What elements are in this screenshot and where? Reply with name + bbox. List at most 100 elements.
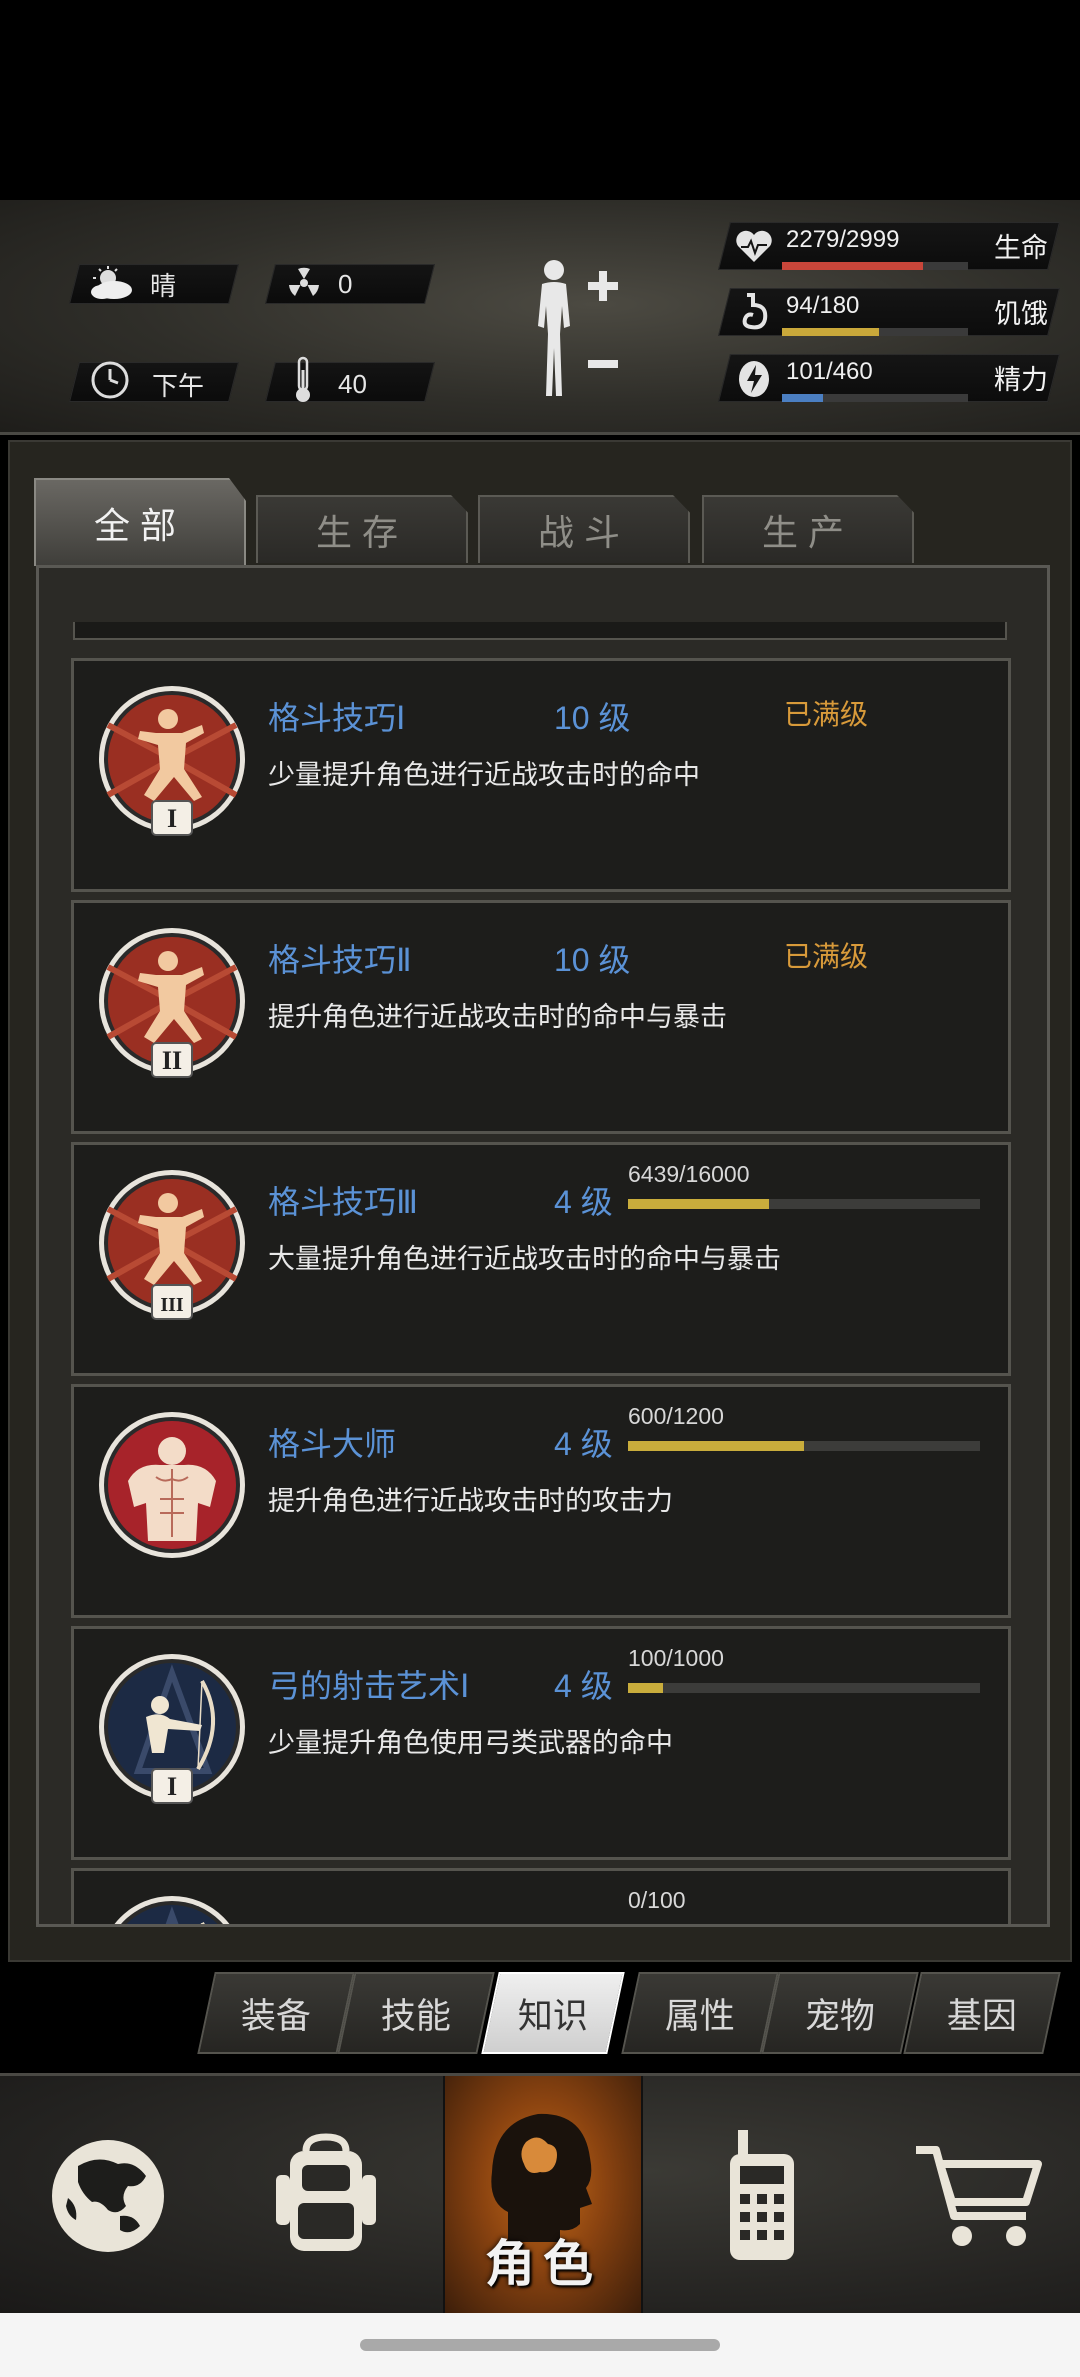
skill-card[interactable]: I 弓的射击艺术Ⅰ 4 级 100/1000 少量提升角色使用弓类武器的命中: [71, 1626, 1011, 1860]
xp-value: 600/1200: [628, 1403, 724, 1429]
home-gesture-bar[interactable]: [360, 2339, 720, 2351]
subtab-knowledge-label: 知识: [517, 1996, 588, 2036]
subtab-genes-label: 基因: [946, 1996, 1017, 2036]
svg-text:III: III: [160, 1294, 184, 1316]
maxed-badge: 已满级: [784, 941, 869, 972]
skill-level: 10 级: [554, 700, 631, 736]
skill-card[interactable]: III 格斗技巧Ⅲ 4 级 6439/16000 大量提升角色进行近战攻击时的命中与暴击: [71, 1142, 1011, 1376]
subtab-knowledge[interactable]: 知识: [481, 1972, 625, 2054]
subtab-skills[interactable]: 技能: [337, 1972, 495, 2054]
nav-radio[interactable]: [662, 2076, 862, 2316]
life-bar-fill: [782, 262, 924, 270]
skill-level: 4 级: [554, 1426, 613, 1462]
subtab-attributes[interactable]: 属性: [621, 1972, 779, 2054]
skill-name: 格斗技巧Ⅲ: [268, 1184, 419, 1220]
globe-icon: [52, 2140, 164, 2252]
backpack-icon: [276, 2133, 376, 2251]
skill-level: 4 级: [554, 1668, 613, 1704]
nav-character-label: 角色: [485, 2236, 601, 2292]
xp-progress-fill: [628, 1199, 769, 1209]
weather-value: 晴: [150, 270, 177, 301]
tab-survival[interactable]: 生存: [256, 495, 468, 563]
skill-description: 大量提升角色进行近战攻击时的命中与暴击: [268, 1244, 781, 1274]
energy-bar-fill: [782, 394, 823, 402]
life-value: 2279/2999: [786, 226, 900, 253]
subtab-skills-label: 技能: [380, 1996, 451, 2036]
list-scroll-edge: [73, 622, 1007, 640]
subtab-genes[interactable]: 基因: [903, 1972, 1061, 2054]
subtab-pets[interactable]: 宠物: [761, 1972, 919, 2054]
hunger-label: 饥饿: [994, 299, 1048, 329]
tab-production[interactable]: 生产: [702, 495, 914, 563]
nav-character[interactable]: 角色: [443, 2076, 643, 2316]
skill-level: 10 级: [554, 942, 631, 978]
radio-icon: [730, 2130, 794, 2260]
maxed-badge: 已满级: [784, 699, 869, 730]
hunger-bar-fill: [782, 328, 879, 336]
skill-card[interactable]: 格斗大师 4 级 600/1200 提升角色进行近战攻击时的攻击力: [71, 1384, 1011, 1618]
subtab-attributes-label: 属性: [664, 1996, 735, 2036]
life-label: 生命: [994, 233, 1048, 263]
skill-card[interactable]: 0/100: [71, 1868, 1011, 1927]
nav-shop[interactable]: [880, 2076, 1080, 2316]
subtab-equipment-label: 装备: [240, 1996, 311, 2036]
stomach-icon: [734, 290, 774, 334]
xp-value: 6439/16000: [628, 1161, 750, 1187]
skill-card[interactable]: I 格斗技巧Ⅰ 10 级 已满级少量提升角色进行近战攻击时的命中: [71, 658, 1011, 892]
xp-progress-bar: [628, 1199, 980, 1209]
skill-description: 少量提升角色进行近战攻击时的命中: [268, 760, 700, 790]
svg-text:I: I: [167, 1772, 177, 1801]
archer-icon: I: [98, 1653, 246, 1821]
skill-name: 弓的射击艺术Ⅰ: [268, 1668, 470, 1704]
xp-progress-bar: [628, 1683, 980, 1693]
cart-icon: [916, 2146, 1042, 2246]
radiation-icon: [282, 260, 326, 306]
muscle-icon: [98, 1411, 246, 1579]
clock-icon: [86, 356, 134, 404]
skill-name: 格斗大师: [268, 1426, 397, 1462]
temperature-value: 40: [338, 368, 367, 399]
energy-bar: [782, 394, 968, 402]
tab-all[interactable]: 全部: [34, 478, 246, 566]
energy-bolt-icon: [734, 356, 774, 402]
xp-value: 0/100: [628, 1887, 686, 1913]
xp-progress-bar: [628, 1441, 980, 1451]
subtab-equipment[interactable]: 装备: [197, 1972, 355, 2054]
system-navigation-area: [0, 2313, 1080, 2377]
fighter-icon: II: [98, 927, 246, 1095]
skill-name: 格斗技巧Ⅰ: [268, 700, 406, 736]
subtab-pets-label: 宠物: [804, 1996, 875, 2036]
time-value: 下午: [152, 370, 205, 401]
radiation-value: 0: [338, 268, 353, 299]
life-bar: [782, 262, 968, 270]
skill-name: 格斗技巧Ⅱ: [268, 942, 412, 978]
bottom-nav: 角色: [0, 2073, 1080, 2316]
svg-text:I: I: [167, 804, 177, 833]
heart-icon: [732, 224, 776, 268]
xp-value: 100/1000: [628, 1645, 724, 1671]
status-header: 晴 0 下午 40 2279/2999 生命 94/180 饥饿 101/460…: [0, 200, 1080, 435]
xp-progress-bar: [628, 1925, 980, 1927]
svg-text:II: II: [162, 1046, 182, 1075]
energy-value: 101/460: [786, 358, 873, 385]
body-status-icon[interactable]: [520, 256, 630, 406]
skill-description: 提升角色进行近战攻击时的命中与暴击: [268, 1002, 727, 1032]
xp-progress-fill: [628, 1683, 664, 1693]
energy-label: 精力: [994, 365, 1048, 395]
nav-map[interactable]: [8, 2076, 208, 2316]
archer-icon: [98, 1895, 246, 1924]
skill-description: 少量提升角色使用弓类武器的命中: [268, 1728, 673, 1758]
thermometer-icon: [288, 352, 318, 408]
xp-progress-fill: [628, 1441, 804, 1451]
fighter-icon: I: [98, 685, 246, 853]
tab-combat[interactable]: 战斗: [478, 495, 690, 563]
weather-cloud-sun-icon: [86, 260, 136, 306]
nav-backpack[interactable]: [226, 2076, 426, 2316]
hunger-bar: [782, 328, 968, 336]
skill-level: 4 级: [554, 1184, 613, 1220]
skill-description: 提升角色进行近战攻击时的攻击力: [268, 1486, 673, 1516]
hunger-value: 94/180: [786, 292, 860, 319]
fighter-icon: III: [98, 1169, 246, 1337]
skill-card[interactable]: II 格斗技巧Ⅱ 10 级 已满级提升角色进行近战攻击时的命中与暴击: [71, 900, 1011, 1134]
skill-list[interactable]: I 格斗技巧Ⅰ 10 级已满级 少量提升角色进行近战攻击时的命中 II 格斗技巧Ⅱ 10 级…: [36, 565, 1050, 1927]
